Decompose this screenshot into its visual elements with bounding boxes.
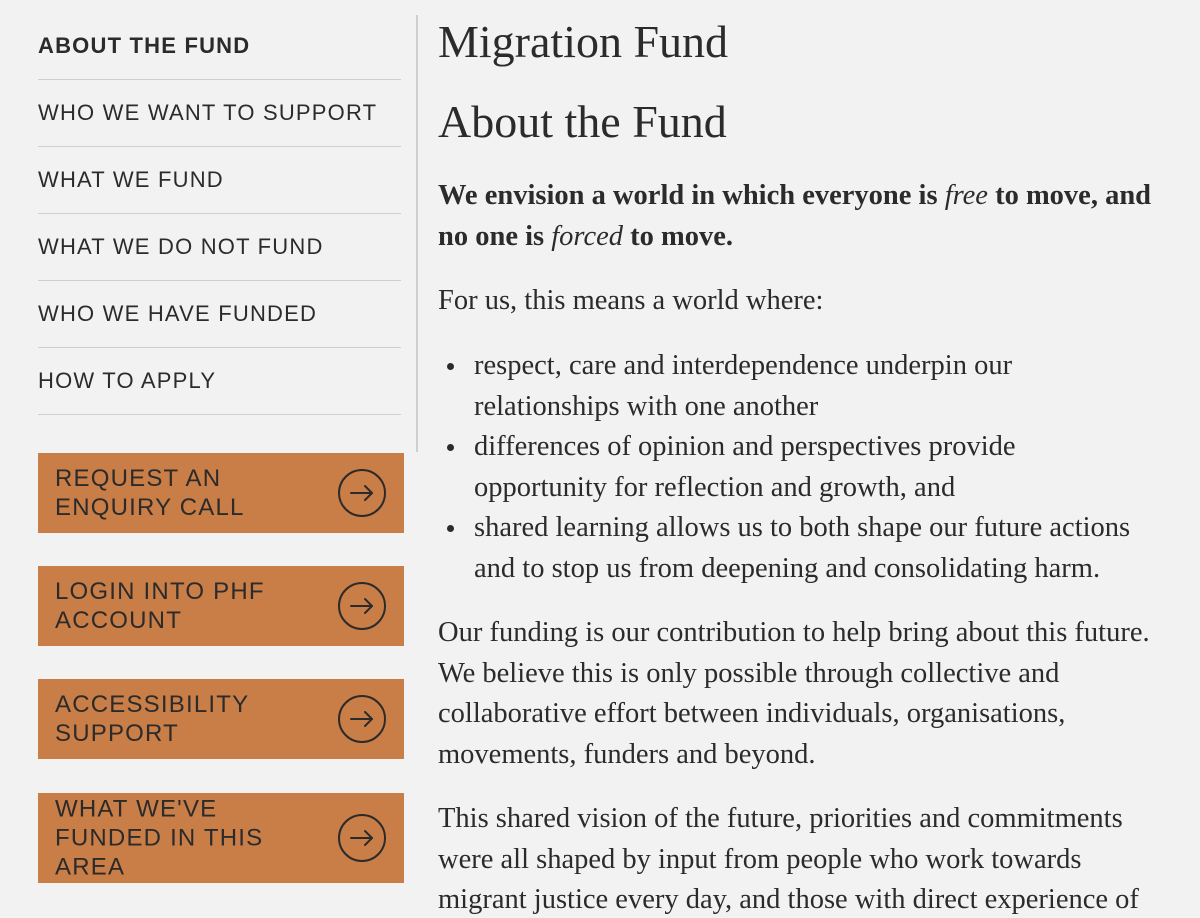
intro-line: For us, this means a world where: — [438, 285, 824, 316]
vision-text: We envision a world in which everyone is — [438, 180, 945, 211]
arrow-right-circle-icon — [338, 814, 386, 862]
cta-label: LOGIN INTO PHF ACCOUNT — [55, 577, 325, 635]
bullet-line: respect, care and interdependence underp… — [474, 350, 1013, 381]
paragraph-line: collaborative effort between individuals… — [438, 698, 1066, 729]
bullet-dot-icon — [447, 363, 454, 370]
cta-label-line: ENQUIRY CALL — [55, 494, 245, 521]
vision-text: to move, and — [987, 180, 1152, 211]
cta-label: ACCESSIBILITY SUPPORT — [55, 690, 325, 748]
vision-text: to move. — [623, 220, 734, 252]
intro-text: For us, this means a world where: — [438, 281, 1200, 322]
cta-label-line: SUPPORT — [55, 720, 179, 747]
list-item: differences of opinion and perspectives … — [438, 427, 1200, 508]
cta-label-line: AREA — [55, 853, 126, 881]
vision-line: no one is forced to move. — [438, 217, 1200, 258]
bullet-line: relationships with one another — [474, 390, 819, 422]
what-weve-funded-button[interactable]: WHAT WE'VE FUNDED IN THIS AREA — [38, 793, 404, 883]
cta-label-line: REQUEST AN — [55, 465, 222, 492]
cta-label-line: LOGIN INTO PHF — [55, 578, 265, 605]
nav-item-who-we-want-to-support[interactable]: WHO WE WANT TO SUPPORT — [38, 80, 401, 147]
sidebar-nav: ABOUT THE FUND WHO WE WANT TO SUPPORT WH… — [38, 13, 401, 415]
bullet-dot-icon — [447, 525, 454, 532]
login-phf-account-button[interactable]: LOGIN INTO PHF ACCOUNT — [38, 566, 404, 646]
nav-item-what-we-fund[interactable]: WHAT WE FUND — [38, 147, 401, 214]
bullet-line: and to stop us from deepening and consol… — [474, 552, 1101, 584]
page-title: Migration Fund — [438, 16, 729, 67]
nav-item-what-we-do-not-fund[interactable]: WHAT WE DO NOT FUND — [38, 214, 401, 281]
bullet-line: opportunity for reflection and growth, a… — [474, 471, 956, 503]
list-item: respect, care and interdependence underp… — [438, 346, 1200, 427]
sidebar-divider — [416, 15, 418, 452]
bullet-line: shared learning allows us to both shape … — [474, 512, 1131, 543]
main-content: Migration Fund About the Fund We envisio… — [438, 0, 1200, 918]
arrow-right-circle-icon — [338, 469, 386, 517]
vision-emphasis: free — [944, 180, 988, 211]
paragraph-line: This shared vision of the future, priori… — [438, 803, 1123, 834]
vision-bullet-list: respect, care and interdependence underp… — [438, 346, 1200, 589]
cta-label-line: FUNDED IN THIS — [55, 824, 264, 852]
arrow-right-circle-icon — [338, 582, 386, 630]
list-item: shared learning allows us to both shape … — [438, 508, 1200, 589]
vision-text: no one is — [438, 220, 552, 252]
paragraph-line: migrant justice every day, and those wit… — [438, 884, 1139, 915]
nav-item-about-the-fund[interactable]: ABOUT THE FUND — [38, 13, 401, 80]
paragraph-line: were all shaped by input from people who… — [438, 843, 1082, 875]
cta-label: REQUEST AN ENQUIRY CALL — [55, 464, 325, 522]
shared-vision-paragraph: This shared vision of the future, priori… — [438, 799, 1200, 918]
paragraph-line: We believe this is only possible through… — [438, 657, 1060, 689]
request-enquiry-call-button[interactable]: REQUEST AN ENQUIRY CALL — [38, 453, 404, 533]
nav-item-who-we-have-funded[interactable]: WHO WE HAVE FUNDED — [38, 281, 401, 348]
paragraph-line: movements, funders and beyond. — [438, 738, 816, 770]
paragraph-line: Our funding is our contribution to help … — [438, 617, 1150, 648]
arrow-right-circle-icon — [338, 695, 386, 743]
cta-label: WHAT WE'VE FUNDED IN THIS AREA — [55, 795, 325, 882]
vision-statement: We envision a world in which everyone is… — [438, 176, 1200, 257]
accessibility-support-button[interactable]: ACCESSIBILITY SUPPORT — [38, 679, 404, 759]
bullet-dot-icon — [447, 444, 454, 451]
vision-line: We envision a world in which everyone is… — [438, 176, 1200, 217]
funding-paragraph: Our funding is our contribution to help … — [438, 613, 1200, 775]
bullet-line: differences of opinion and perspectives … — [474, 431, 1016, 462]
cta-label-line: WHAT WE'VE — [55, 795, 218, 823]
nav-item-how-to-apply[interactable]: HOW TO APPLY — [38, 348, 401, 415]
vision-emphasis: forced — [551, 220, 624, 252]
cta-label-line: ACCOUNT — [55, 607, 183, 634]
section-title: About the Fund — [438, 96, 727, 147]
cta-label-line: ACCESSIBILITY — [55, 691, 250, 718]
